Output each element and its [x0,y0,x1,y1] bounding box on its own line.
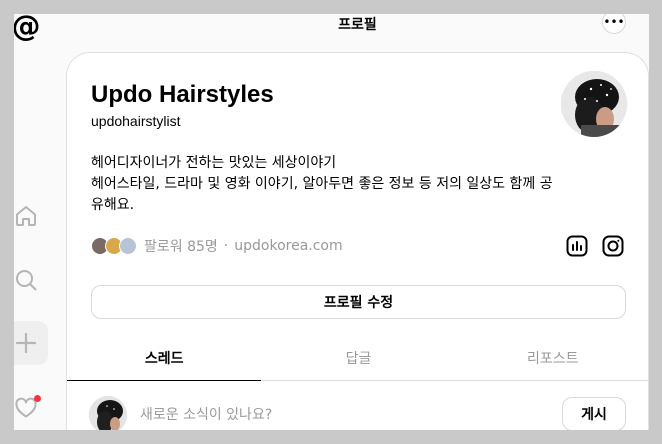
instagram-icon[interactable] [601,234,625,258]
profile-handle: updohairstylist [91,113,181,129]
bio-line: 유해요. [91,197,135,213]
bio-line: 헤어스타일, 드라마 및 영화 이야기, 알아두면 좋은 정보 등 저의 일상도… [91,176,553,192]
threads-app: @ 프로필 ••• Updo Hairstyles updohairstylis… [0,0,650,444]
bio-line: 헤어디자이너가 전하는 맛있는 세상이야기 [91,155,337,171]
follower-avatar [119,237,137,255]
page-title: 프로필 [338,17,377,33]
profile-tabs: 스레드 답글 리포스트 [67,335,650,381]
meta-separator: · [223,238,229,254]
profile-meta: 팔로워 85명 · updokorea.com [91,235,343,257]
profile-name: Updo Hairstyles [91,81,274,108]
tab-threads[interactable]: 스레드 [67,335,262,381]
followers-count[interactable]: 팔로워 85명 [144,236,218,256]
tab-replies[interactable]: 답글 [261,335,455,380]
notification-dot [34,395,41,402]
profile-bio: 헤어디자이너가 전하는 맛있는 세상이야기 헤어스타일, 드라마 및 영화 이야… [91,153,631,216]
profile-link[interactable]: updokorea.com [234,238,342,254]
window-frame [0,430,662,444]
composer-avatar [89,396,127,434]
composer-placeholder[interactable]: 새로운 소식이 있나요? [140,404,272,424]
follower-avatars[interactable] [91,236,139,256]
window-frame [0,0,662,14]
window-frame [0,0,14,444]
profile-avatar[interactable] [561,71,627,137]
insights-icon[interactable] [565,234,589,258]
threads-logo-icon[interactable]: @ [11,9,41,43]
window-frame [649,0,662,444]
profile-card: Updo Hairstyles updohairstylist 헤어디자이너가 … [66,52,650,444]
tab-reposts[interactable]: 리포스트 [456,335,650,380]
edit-profile-button[interactable]: 프로필 수정 [91,285,626,319]
post-button[interactable]: 게시 [562,397,626,431]
